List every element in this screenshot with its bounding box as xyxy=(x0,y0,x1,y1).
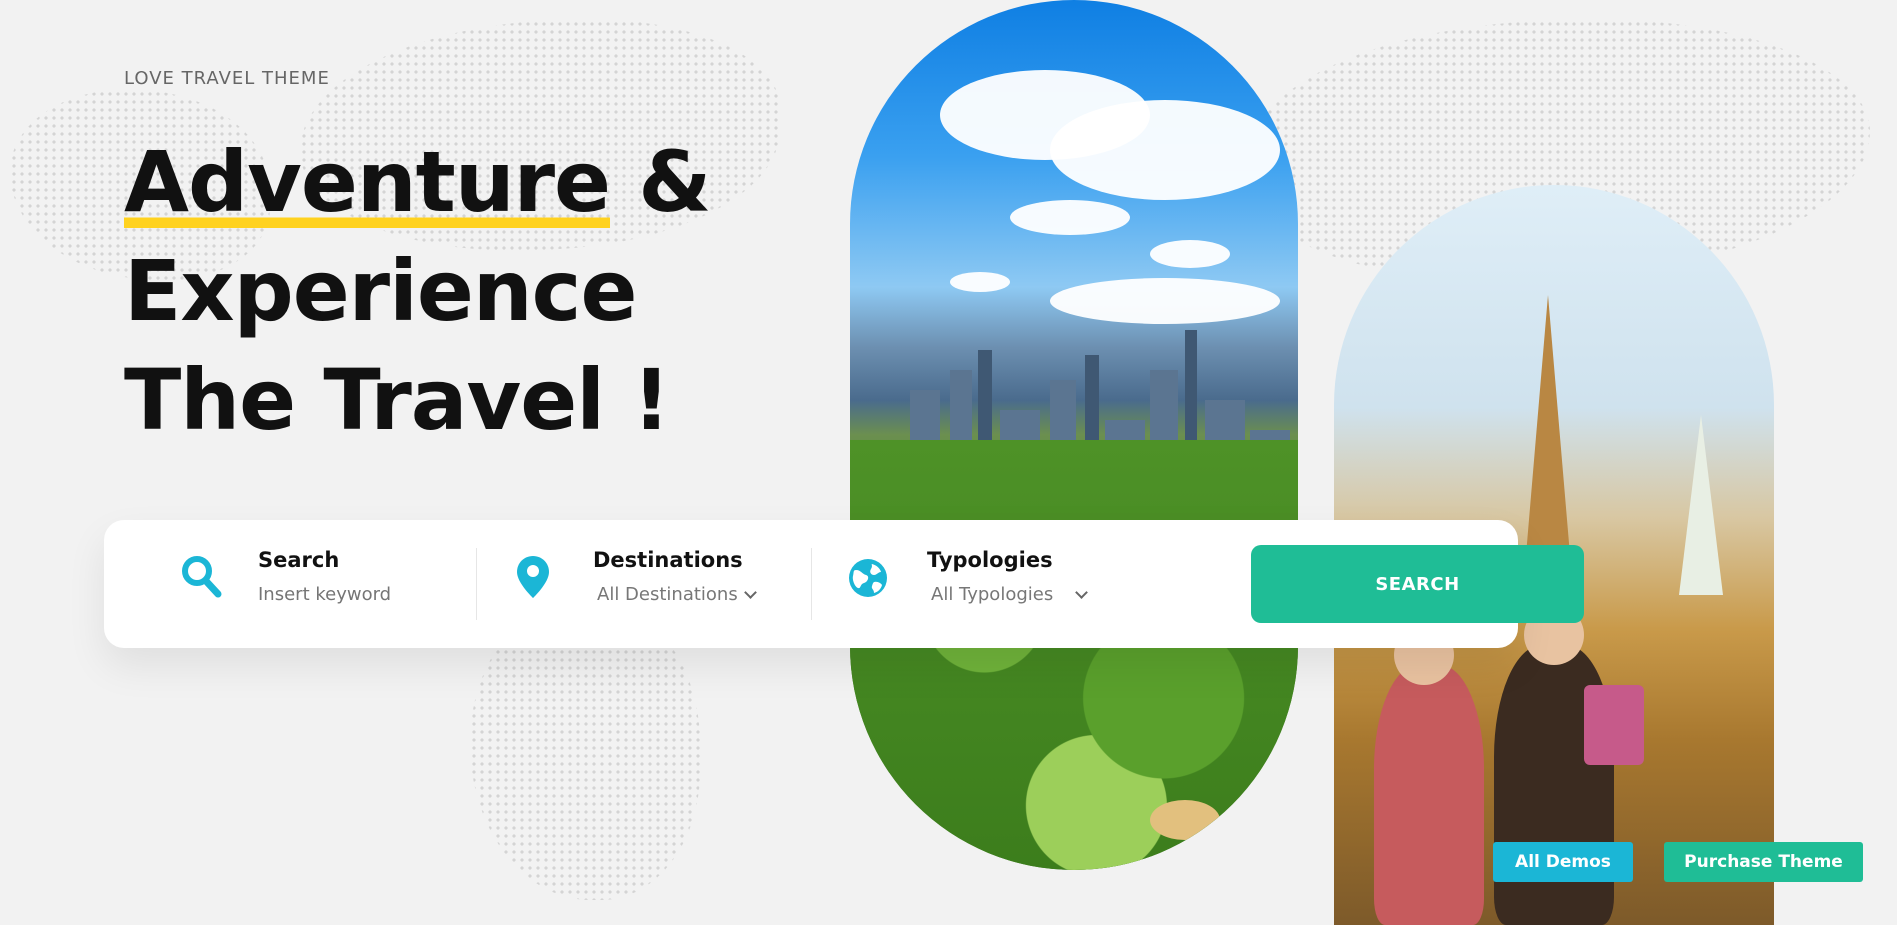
destinations-selected-value: All Destinations xyxy=(597,584,738,605)
all-demos-button[interactable]: All Demos xyxy=(1493,842,1633,882)
globe-icon xyxy=(848,558,888,602)
keyword-field-group[interactable]: Search xyxy=(104,520,476,648)
headline-line1-rest: & xyxy=(610,133,711,231)
destinations-field-group[interactable]: Destinations All Destinations xyxy=(477,520,811,648)
chevron-down-icon xyxy=(743,586,757,599)
map-pin-icon xyxy=(517,556,549,602)
search-submit-button[interactable]: SEARCH xyxy=(1251,545,1584,623)
headline-highlight: Adventure xyxy=(124,133,611,231)
headline-line2: Experience xyxy=(124,242,637,340)
hero-headline: Adventure & Experience The Travel ! xyxy=(124,128,712,455)
keyword-title: Search xyxy=(258,548,340,572)
search-icon xyxy=(180,554,222,602)
eyebrow-label: LOVE TRAVEL THEME xyxy=(124,68,330,89)
destinations-title: Destinations xyxy=(593,548,743,572)
chevron-down-icon xyxy=(1075,586,1089,599)
city-park-image xyxy=(850,0,1298,870)
typologies-field-group[interactable]: Typologies All Typologies xyxy=(812,520,1232,648)
purchase-theme-button[interactable]: Purchase Theme xyxy=(1664,842,1863,882)
headline-line3: The Travel ! xyxy=(124,351,671,449)
typologies-title: Typologies xyxy=(927,548,1053,572)
keyword-input[interactable] xyxy=(258,584,458,605)
typologies-select[interactable]: All Typologies xyxy=(931,584,1089,605)
destinations-select[interactable]: All Destinations xyxy=(597,584,757,605)
typologies-selected-value: All Typologies xyxy=(931,584,1054,605)
search-bar: Search Destinations All Destinations Typ… xyxy=(104,520,1584,648)
